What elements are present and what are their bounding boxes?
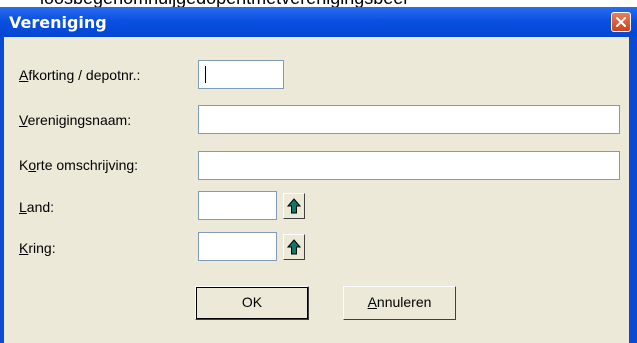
land-label: Land:	[19, 199, 55, 215]
close-button[interactable]	[611, 12, 631, 32]
land-input[interactable]	[198, 191, 277, 220]
text-cursor	[205, 66, 206, 83]
title-bar[interactable]: Vereniging	[0, 7, 637, 37]
korte-omschrijving-label: Korte omschrijving:	[19, 157, 139, 173]
afkorting-input[interactable]	[198, 60, 284, 89]
dialog-body: Afkorting / depotnr.: Verenigingsnaam: K…	[4, 37, 629, 343]
kring-label: Kring:	[19, 240, 56, 256]
korte-omschrijving-input[interactable]	[198, 151, 620, 180]
arrow-up-icon	[287, 198, 301, 214]
land-lookup-button[interactable]	[283, 193, 305, 219]
kring-lookup-button[interactable]	[283, 234, 305, 260]
close-icon	[616, 17, 626, 27]
verenigingsnaam-input[interactable]	[198, 105, 620, 134]
annuleren-button[interactable]: Annuleren	[343, 286, 456, 320]
ok-button[interactable]: OK	[195, 286, 309, 320]
window-title: Vereniging	[9, 13, 107, 32]
verenigingsnaam-label: Verenigingsnaam:	[19, 112, 132, 128]
afkorting-label: Afkorting / depotnr.:	[19, 67, 141, 83]
dialog-window: Vereniging Afkorting / depotnr.: Verenig…	[0, 7, 637, 343]
kring-input[interactable]	[198, 232, 277, 261]
background-text: loosbegenomhuijgedopentmetverenigingsbee…	[40, 0, 409, 7]
arrow-up-icon	[287, 239, 301, 255]
background-text-strip: loosbegenomhuijgedopentmetverenigingsbee…	[0, 0, 637, 7]
